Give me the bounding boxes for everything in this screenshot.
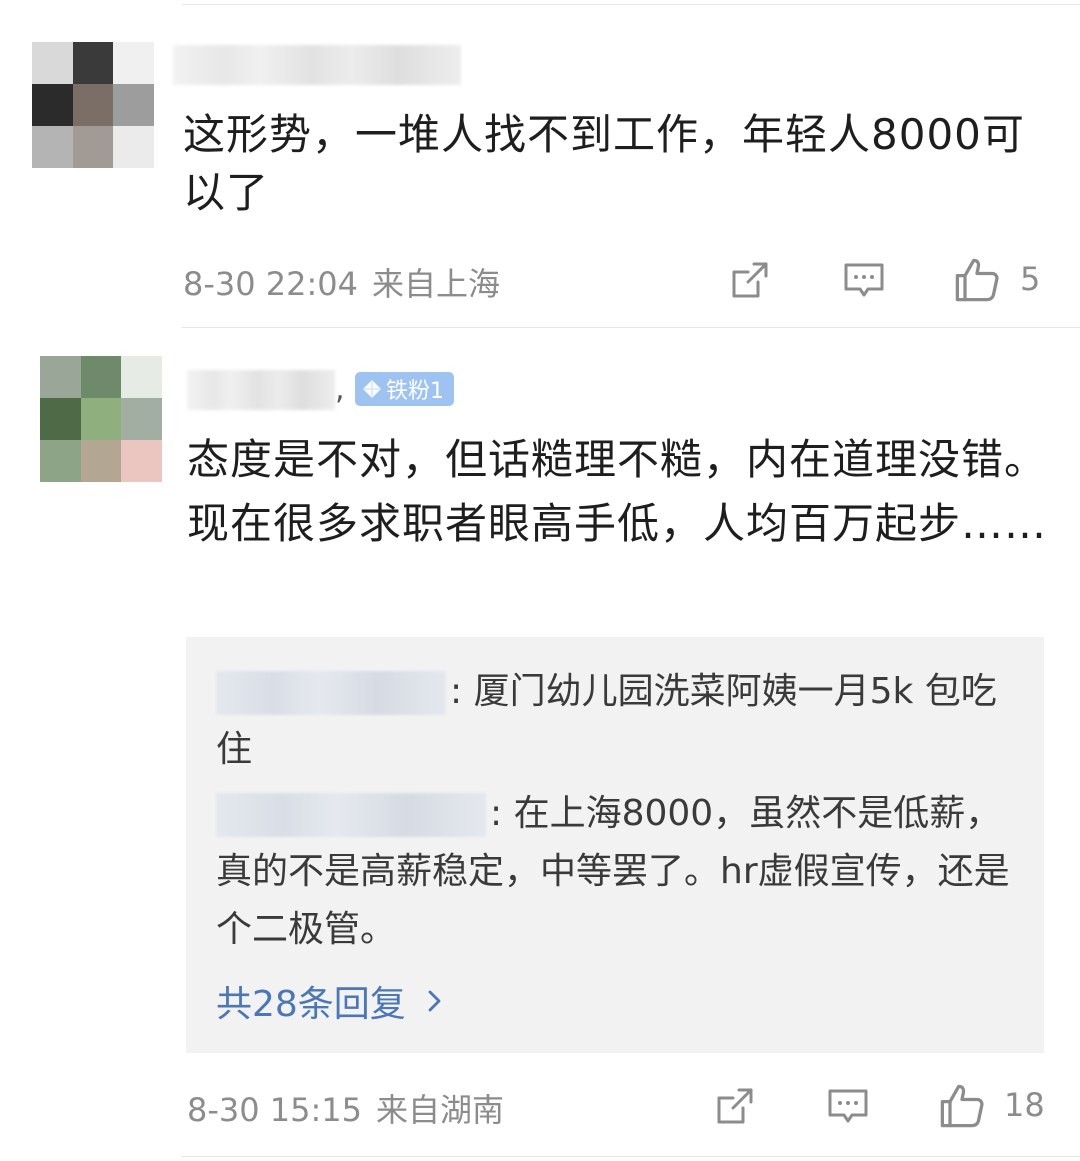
username-blurred[interactable] [187, 370, 335, 410]
comment-date: 8-30 22:04 [183, 265, 359, 303]
avatar[interactable] [32, 42, 154, 168]
share-icon[interactable] [713, 1084, 757, 1128]
more-replies-label: 共28条回复 [216, 984, 406, 1025]
reply-item[interactable]: : 厦门幼儿园洗菜阿姨一月5k 包吃住 [216, 663, 1016, 779]
comment-icon[interactable] [826, 1084, 870, 1128]
comment-date: 8-30 15:15 [187, 1091, 363, 1129]
fan-badge[interactable]: 铁粉1 [355, 372, 454, 406]
comment-meta: 8-30 15:15 来自湖南 [187, 1085, 504, 1131]
comment-location: 来自湖南 [376, 1091, 505, 1129]
more-replies-link[interactable]: 共28条回复 [216, 975, 446, 1027]
share-icon[interactable] [728, 258, 772, 302]
comment-divider [182, 1156, 1080, 1157]
reply-box[interactable]: : 厦门幼儿园洗菜阿姨一月5k 包吃住 : 在上海8000，虽然不是低薪，真的不… [186, 637, 1044, 1053]
username-separator: , [335, 372, 345, 407]
like-count: 18 [1004, 1086, 1045, 1124]
reply-username-blurred[interactable] [216, 671, 446, 715]
chevron-right-icon [428, 990, 441, 1012]
comment-text: 这形势，一堆人找不到工作，年轻人8000可以了 [183, 110, 1025, 217]
like-count: 5 [1020, 260, 1041, 298]
comment-location: 来自上海 [372, 265, 501, 303]
username-blurred[interactable] [173, 45, 461, 85]
comment-text: 态度是不对，但话糙理不糙，内在道理没错。现在很多求职者眼高手低，人均百万起步…… [187, 435, 1048, 548]
reply-username-blurred[interactable] [216, 793, 486, 837]
thumbs-up-icon[interactable] [938, 1082, 986, 1130]
diamond-icon [363, 380, 381, 398]
comment-icon[interactable] [842, 258, 886, 302]
avatar[interactable] [40, 356, 162, 482]
reply-item[interactable]: : 在上海8000，虽然不是低薪，真的不是高薪稳定，中等罢了。hr虚假宣传，还是… [216, 785, 1016, 959]
fan-badge-label: 铁粉1 [386, 379, 444, 404]
thumbs-up-icon[interactable] [953, 256, 1001, 304]
top-divider [182, 4, 1080, 5]
comment-meta: 8-30 22:04 来自上海 [183, 259, 500, 305]
comment-divider [182, 327, 1080, 328]
